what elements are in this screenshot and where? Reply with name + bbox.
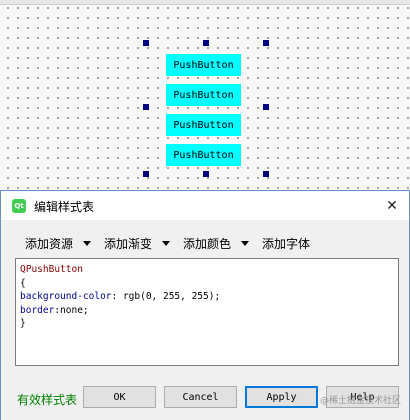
qt-icon-text: Qt	[14, 202, 24, 210]
push-button-1[interactable]: PushButton	[166, 54, 241, 76]
code-selector: QPushButton	[20, 264, 83, 275]
code-value-border: :none;	[54, 304, 89, 316]
apply-button[interactable]: Apply	[245, 386, 318, 408]
stylesheet-editor[interactable]: QPushButton { background-color: rgb(0, 2…	[15, 258, 399, 366]
dialog-title: 编辑样式表	[34, 200, 95, 214]
push-button-3[interactable]: PushButton	[166, 114, 241, 136]
designer-canvas[interactable]: PushButton PushButton PushButton PushBut…	[0, 0, 410, 191]
dropdown-arrow-icon	[83, 241, 92, 246]
code-value-background: : rgb(0, 255, 255);	[111, 291, 221, 302]
push-button-4[interactable]: PushButton	[166, 144, 241, 166]
resize-handle-top-right[interactable]	[263, 40, 269, 46]
resize-handle-left[interactable]	[143, 104, 149, 110]
add-color-menu[interactable]: 添加颜色	[183, 235, 250, 252]
resize-handle-top-left[interactable]	[143, 40, 149, 46]
code-close-brace: }	[20, 318, 26, 329]
code-open-brace: {	[20, 277, 26, 289]
valid-stylesheet-status: 有效样式表	[17, 393, 78, 407]
qt-app-icon: Qt	[12, 199, 26, 213]
edit-stylesheet-dialog: Qt 编辑样式表 ✕ 添加资源 添加渐变 添加颜色 添加字体 QPushButt…	[0, 190, 410, 420]
push-button-2[interactable]: PushButton	[166, 84, 241, 106]
code-property-border: border	[20, 304, 55, 316]
add-resource-label: 添加资源	[25, 237, 74, 251]
close-icon: ✕	[386, 198, 398, 214]
close-button[interactable]: ✕	[383, 197, 401, 215]
dropdown-arrow-icon	[241, 241, 250, 246]
resize-handle-top[interactable]	[203, 40, 209, 46]
resize-handle-bottom-right[interactable]	[263, 171, 269, 177]
add-gradient-menu[interactable]: 添加渐变	[104, 235, 171, 252]
add-gradient-label: 添加渐变	[104, 237, 153, 251]
dialog-titlebar[interactable]: Qt 编辑样式表 ✕	[1, 190, 409, 220]
canvas-top-border	[0, 0, 410, 5]
add-resource-menu[interactable]: 添加资源	[25, 235, 92, 252]
dropdown-arrow-icon	[162, 241, 171, 246]
add-font-label: 添加字体	[262, 237, 311, 251]
watermark: @稀土掘金技术社区	[319, 396, 401, 406]
resize-handle-bottom[interactable]	[203, 171, 209, 177]
add-color-label: 添加颜色	[183, 237, 232, 251]
add-font-button[interactable]: 添加字体	[262, 235, 310, 252]
resize-handle-bottom-left[interactable]	[143, 171, 149, 177]
resize-handle-right[interactable]	[263, 104, 269, 110]
code-property-background: background-color	[20, 291, 112, 302]
ok-button[interactable]: OK	[83, 386, 156, 408]
cancel-button[interactable]: Cancel	[164, 386, 237, 408]
